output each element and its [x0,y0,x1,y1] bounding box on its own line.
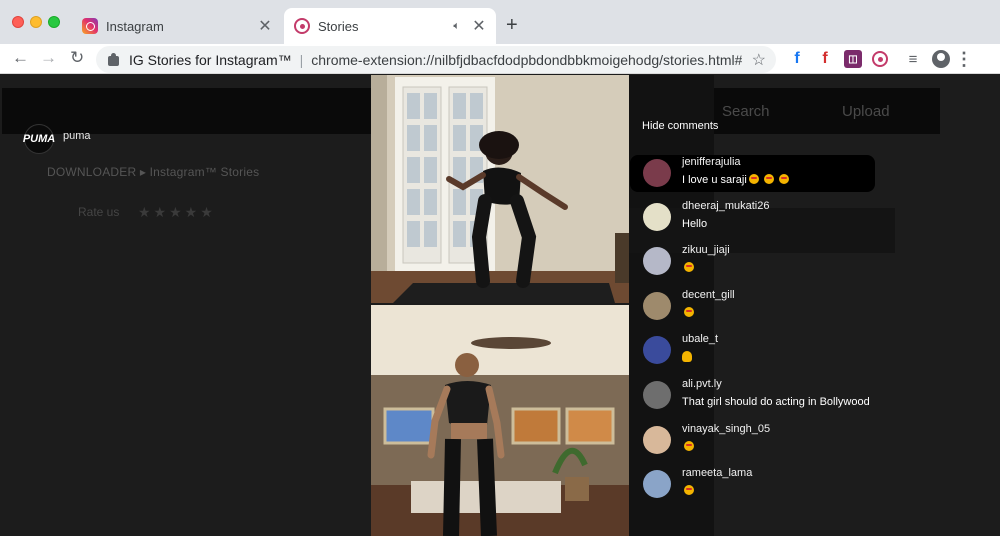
profile-avatar-icon[interactable] [932,50,950,68]
close-tab-icon[interactable]: ✕ [256,16,274,36]
avatar[interactable] [643,426,671,454]
ig-extension-icon[interactable]: ◫ [844,50,862,68]
comment-text: Hello [682,218,708,230]
comment-username[interactable]: ubale_t [682,333,718,345]
speaker-icon[interactable]: 🔈︎ [453,20,460,33]
address-bar[interactable]: IG Stories for Instagram™ | chrome-exten… [96,46,776,73]
comment-username[interactable]: decent_gill [682,289,735,301]
window-close-button[interactable] [12,16,24,28]
comment-text: I love u saraji [682,174,789,186]
comment-text: That girl should do acting in Bollywood [682,396,870,408]
rate-us-label[interactable]: Rate us [78,205,119,219]
address-divider: | [299,51,304,68]
page-content: ons Search Upload PUMA puma DOWNLOADER ▸… [0,75,1000,536]
avatar[interactable] [643,159,671,187]
hide-comments-button[interactable]: Hide comments [642,120,718,132]
smiley-emoji-icon [684,441,694,451]
rating-stars[interactable]: ★★★★★ [138,204,216,221]
comment-item[interactable]: vinayak_singh_05 [630,422,875,466]
instagram-icon [82,18,98,34]
comment-username[interactable]: rameeta_lama [682,467,752,479]
profile-name[interactable]: puma [63,130,91,142]
smiley-emoji-icon [748,174,759,184]
media-controls-icon[interactable]: ≡ [904,50,922,68]
avatar[interactable] [643,247,671,275]
back-arrow-icon[interactable]: ← [12,48,29,68]
comment-username[interactable]: ali.pvt.ly [682,378,722,390]
comment-text [682,262,694,274]
avatar[interactable] [643,381,671,409]
comment-text [682,485,694,497]
smiley-emoji-icon [763,174,774,184]
stories-extension-icon [294,18,310,34]
comment-username[interactable]: zikuu_jiaji [682,244,730,256]
bookmark-star-icon[interactable]: ☆ [752,50,766,70]
story-video-bottom-image [371,305,629,536]
avatar[interactable] [643,292,671,320]
reload-icon[interactable]: ↻ [70,48,84,68]
profile-avatar[interactable]: PUMA [23,124,55,154]
background-nav-search[interactable]: Search [722,103,770,120]
waving-hand-icon [682,351,692,362]
comment-item[interactable]: ali.pvt.ly That girl should do acting in… [630,377,875,421]
extension-puzzle-icon [107,52,121,67]
comment-item[interactable]: rameeta_lama [630,466,875,510]
new-tab-button[interactable]: + [506,14,518,37]
tab-title: Stories [318,18,359,34]
comment-item[interactable]: decent_gill [630,288,875,332]
comment-text [682,441,694,453]
story-video-top[interactable] [371,75,629,303]
background-nav-upload[interactable]: Upload [842,103,890,120]
url-text[interactable]: chrome-extension://nilbfjdbacfdodpbdondb… [311,52,741,68]
browser-toolbar: ← → ↻ IG Stories for Instagram™ | chrome… [0,44,1000,74]
comment-item[interactable]: dheeraj_mukati26 Hello [630,199,875,243]
tab-strip: Instagram ✕ Stories 🔈︎ ✕ + [0,0,1000,44]
downloader-label: DOWNLOADER ▸ Instagram™ Stories [47,165,260,179]
f-extension-icon[interactable]: f [816,50,834,68]
forward-arrow-icon[interactable]: → [40,48,57,68]
close-tab-icon[interactable]: ✕ [470,16,488,36]
smiley-emoji-icon [684,485,694,495]
browser-window: Instagram ✕ Stories 🔈︎ ✕ + ← → ↻ IG Stor… [0,0,1000,536]
story-video-bottom[interactable] [371,305,629,536]
comment-text-body: I love u saraji [682,174,747,186]
more-menu-icon[interactable]: ⋮ [955,49,973,69]
comment-item[interactable]: ubale_t [630,332,875,376]
comment-username[interactable]: vinayak_singh_05 [682,423,770,435]
window-minimize-button[interactable] [30,16,42,28]
avatar[interactable] [643,336,671,364]
smiley-emoji-icon [684,307,694,317]
tab-instagram[interactable]: Instagram ✕ [72,8,282,44]
window-maximize-button[interactable] [48,16,60,28]
facebook-extension-icon[interactable]: f [788,50,806,68]
tab-stories[interactable]: Stories 🔈︎ ✕ [284,8,496,44]
comment-item[interactable]: zikuu_jiaji [630,243,875,287]
smiley-emoji-icon [778,174,789,184]
comment-username[interactable]: dheeraj_mukati26 [682,200,769,212]
avatar[interactable] [643,470,671,498]
comment-text [682,307,694,319]
smiley-emoji-icon [684,262,694,272]
extension-name: IG Stories for Instagram™ [129,51,292,68]
tab-title: Instagram [106,18,164,34]
story-video-top-image [371,75,629,303]
extension-icons: f f ◫ ≡ ⋮ [788,48,978,70]
stories-extension-icon[interactable] [872,51,888,67]
avatar[interactable] [643,203,671,231]
comment-username[interactable]: jenifferajulia [682,156,741,168]
comment-item[interactable]: jenifferajulia I love u saraji [630,155,875,199]
comment-text [682,351,692,364]
